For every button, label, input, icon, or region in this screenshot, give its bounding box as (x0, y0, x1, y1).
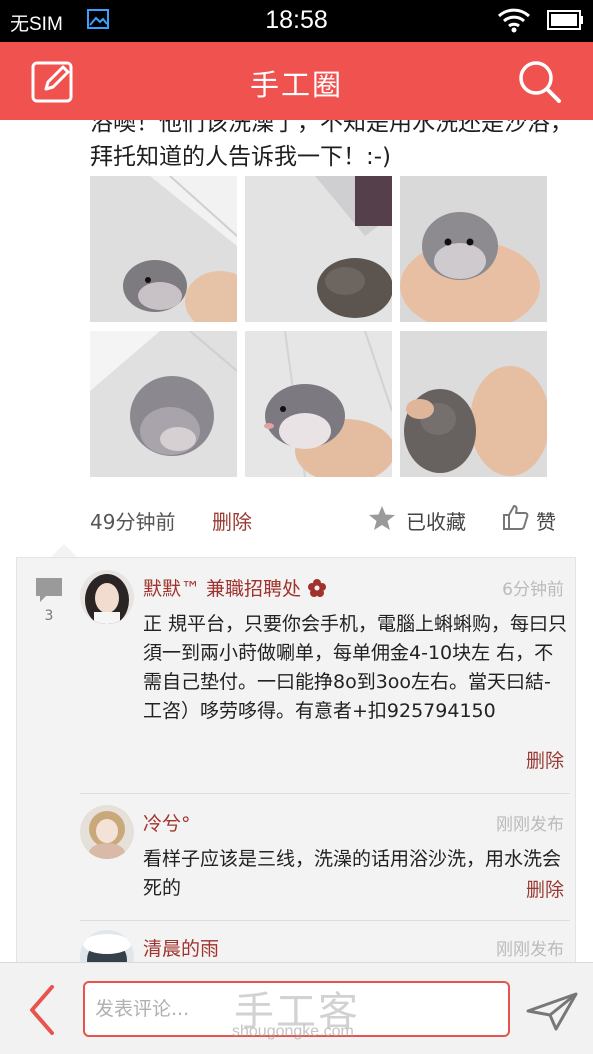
comment-text: 看样子应该是三线，洗澡的话用浴沙洗，用水洗会死的 (143, 848, 562, 899)
comment-divider (80, 793, 570, 794)
send-icon[interactable] (526, 991, 578, 1031)
search-icon[interactable] (515, 57, 563, 105)
thumbs-up-icon[interactable] (501, 503, 529, 531)
battery-icon (547, 10, 583, 30)
post-photo[interactable] (90, 331, 237, 477)
post-photo[interactable] (400, 176, 547, 322)
avatar[interactable] (80, 570, 134, 624)
page-title: 手工圈 (249, 68, 343, 102)
comment-delete-button[interactable]: 删除 (526, 875, 564, 902)
star-icon[interactable] (368, 505, 396, 531)
comment-time: 刚刚发布 (496, 815, 564, 835)
comment-delete-button[interactable]: 删除 (526, 746, 564, 773)
flower-badge-icon (308, 579, 327, 597)
post-detail: 浴噢！他们该洗澡了，不知是用水洗还是沙浴，拜托知道的人告诉我一下！:-) 49分… (0, 120, 593, 962)
comment-input[interactable] (83, 981, 510, 1037)
post-photo[interactable] (245, 176, 392, 322)
comment-count: 3 (44, 608, 54, 624)
comment-author[interactable]: 冷兮° (143, 809, 191, 836)
app-header: 手工圈 (0, 42, 593, 120)
status-bar: 无SIM 18:58 (0, 0, 593, 42)
comment-time: 刚刚发布 (496, 940, 564, 960)
back-arrow-icon[interactable] (24, 983, 60, 1037)
comment-item: 清晨的雨 刚刚发布 (80, 930, 570, 962)
comment-time: 6分钟前 (502, 580, 564, 600)
avatar[interactable] (80, 930, 134, 962)
favorite-button[interactable]: 已收藏 (406, 506, 466, 535)
comment-input-bar: 手工客 shougongke.com (0, 962, 593, 1054)
post-text: 浴噢！他们该洗澡了，不知是用水洗还是沙浴，拜托知道的人告诉我一下！:-) (90, 120, 573, 170)
post-photo[interactable] (400, 331, 547, 477)
comments-pointer (50, 544, 78, 558)
post-photo[interactable] (90, 176, 237, 322)
comment-text: 正 規平台，只要你会手机，電腦上蝌蝌购，每曰只須一到兩小莳做唰单，每单佣金4-1… (143, 613, 568, 722)
post-time: 49分钟前 (90, 510, 176, 534)
comment-divider (80, 920, 570, 921)
comment-bubble-icon (36, 578, 62, 602)
comment-item: 冷兮° 刚刚发布 看样子应该是三线，洗澡的话用浴沙洗，用水洗会死的 删除 (80, 805, 570, 925)
comment-author[interactable]: 默默™ 兼職招聘处 (143, 574, 327, 601)
post-delete-button[interactable]: 删除 (212, 506, 252, 535)
post-photo[interactable] (245, 331, 392, 477)
comment-author-name: 默默™ 兼職招聘处 (143, 578, 302, 600)
wifi-icon (497, 8, 531, 33)
like-button[interactable]: 赞 (536, 506, 556, 535)
comment-item: 默默™ 兼職招聘处 6分钟前 正 規平台，只要你会手机，電腦上蝌蝌购，每曰只須一… (80, 570, 570, 795)
comment-author[interactable]: 清晨的雨 (143, 934, 219, 961)
comments-panel: 3 默默™ 兼職招聘处 6分钟前 正 規平台，只要你会手机，電腦上蝌蝌购，每曰只… (16, 557, 576, 962)
avatar[interactable] (80, 805, 134, 859)
